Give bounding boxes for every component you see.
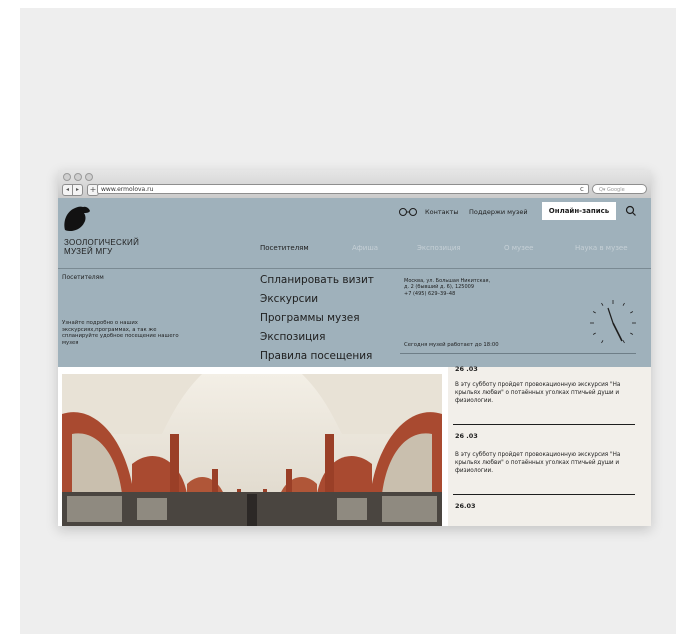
menu-plan-visit[interactable]: Спланировать визит [260,274,374,286]
back-button[interactable]: ◂ [62,184,73,196]
browser-window: ◂ ▸ + www.ermolova.ru c Q▾ Google ЗООЛОГ… [58,170,651,526]
news-date-3: 26.03 [455,502,476,510]
contacts-link[interactable]: Контакты [425,208,458,216]
nav-divider [58,268,651,269]
nav-visitors[interactable]: Посетителям [260,244,309,252]
nav-exposition[interactable]: Экспозиция [417,244,461,252]
news-date-1: 26 .03 [455,365,478,373]
reload-icon[interactable]: c [580,184,584,194]
dropdown-section-title: Посетителям [62,274,104,281]
forward-button[interactable]: ▸ [73,184,83,196]
news-panel: 26 .03 В эту субботу пройдет провокацион… [448,365,651,526]
glasses-icon[interactable] [398,207,418,217]
browser-toolbar: ◂ ▸ + www.ermolova.ru c Q▾ Google [58,170,651,199]
nav-science[interactable]: Наука в музее [575,244,628,252]
logo-line-1: ЗООЛОГИЧЕСКИЙ [64,238,140,247]
online-booking-button[interactable]: Онлайн-запись [542,202,616,220]
news-separator [453,424,635,425]
website: ЗООЛОГИЧЕСКИЙ МУЗЕЙ МГУ Контакты Поддерж… [58,198,651,526]
menu-programs[interactable]: Программы музея [260,312,360,324]
nav-afisha[interactable]: Афиша [352,244,378,252]
museum-hall-photo [62,374,442,526]
dropdown-description: Узнайте подробно о наших экскурсиях,прог… [62,320,179,346]
zoom-window-button[interactable] [85,173,93,181]
phone-number[interactable]: +7 (495) 629–39–48 [404,291,544,297]
close-window-button[interactable] [63,173,71,181]
menu-excursions[interactable]: Экскурсии [260,293,318,305]
clock-icon [590,300,636,344]
history-buttons: ◂ ▸ + [62,184,99,196]
news-text-2[interactable]: В эту субботу пройдет провокационную экс… [455,451,635,475]
news-date-2: 26 .03 [455,432,478,440]
logo-line-2: МУЗЕЙ МГУ [64,247,113,256]
beaver-logo-icon[interactable] [62,204,92,232]
address-bar[interactable]: www.ermolova.ru [97,184,589,194]
menu-exposition[interactable]: Экспозиция [260,331,325,343]
search-icon[interactable] [625,205,637,217]
museum-address: Москва, ул. Большая Никитская, д. 2 (быв… [404,278,544,297]
nav-about[interactable]: О музее [504,244,534,252]
window-controls [63,173,93,181]
hours-divider [400,353,636,354]
opening-hours: Сегодня музей работает до 18:00 [404,342,499,348]
support-museum-link[interactable]: Поддержи музей [469,208,528,216]
news-separator [453,494,635,495]
browser-search-field[interactable]: Q▾ Google [592,184,647,194]
news-text-1[interactable]: В эту субботу пройдет провокационную экс… [455,381,635,405]
minimize-window-button[interactable] [74,173,82,181]
menu-visit-rules[interactable]: Правила посещения [260,350,372,362]
site-header: ЗООЛОГИЧЕСКИЙ МУЗЕЙ МГУ Контакты Поддерж… [58,198,651,367]
museum-logo-text[interactable]: ЗООЛОГИЧЕСКИЙ МУЗЕЙ МГУ [64,238,139,256]
